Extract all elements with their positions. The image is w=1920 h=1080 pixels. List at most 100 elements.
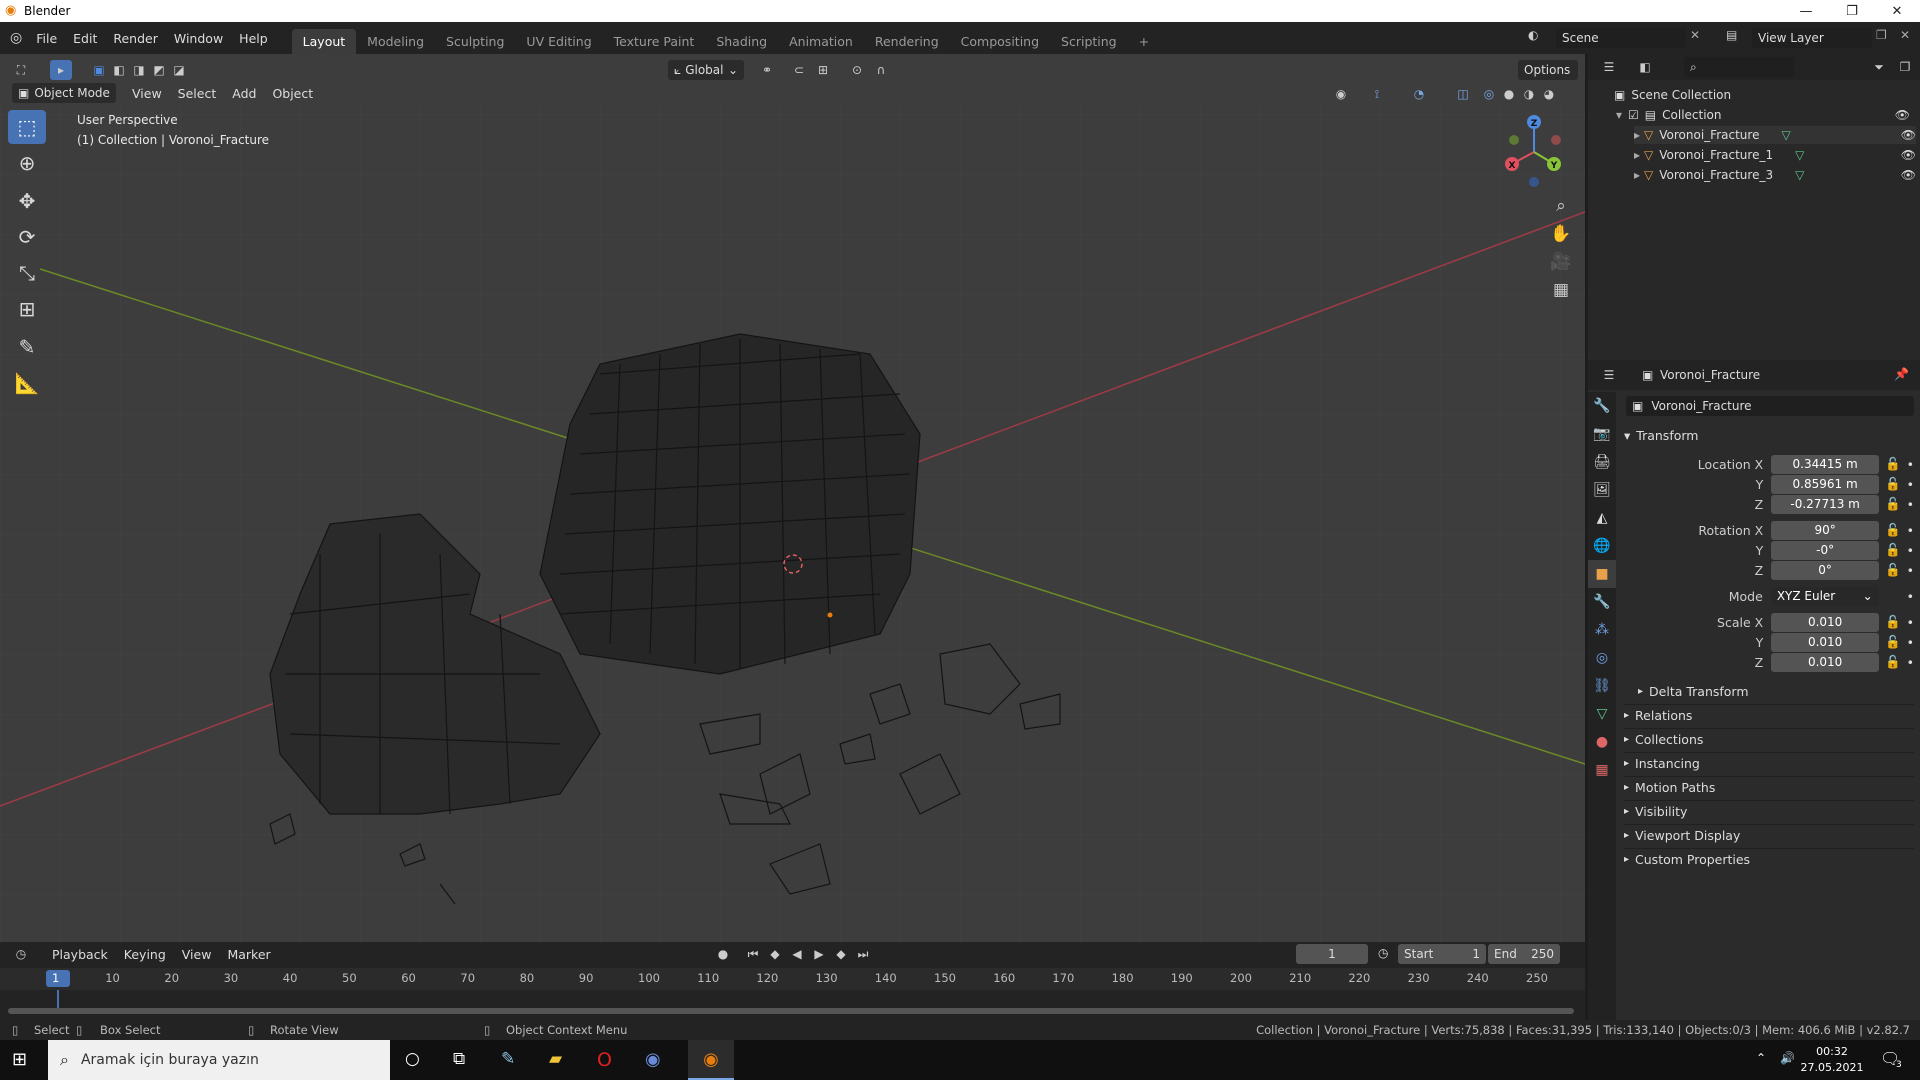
expand-arrow-icon[interactable]: ▸ <box>1634 148 1640 162</box>
keyframe-dot-icon[interactable]: • <box>1907 477 1914 492</box>
system-clock[interactable]: 00:32 27.05.2021 <box>1800 1044 1864 1076</box>
custom-properties-panel[interactable]: ▸ Custom Properties <box>1624 848 1914 870</box>
expand-arrow-icon[interactable]: ▾ <box>1616 108 1622 122</box>
transform-tool-icon[interactable]: ⊞ <box>8 292 46 326</box>
tab-uv-editing[interactable]: UV Editing <box>515 29 602 54</box>
scale-z-field[interactable]: 0.010 <box>1771 652 1880 672</box>
visibility-icon[interactable]: ◉ <box>1330 84 1352 104</box>
restore-icon[interactable]: ❐ <box>1829 0 1875 22</box>
outliner-editor-icon[interactable]: ☰ <box>1598 57 1620 77</box>
menu-window[interactable]: Window <box>166 31 231 46</box>
view-layer-selector[interactable]: View Layer <box>1752 28 1872 48</box>
mesh-data-icon[interactable]: ▽ <box>1795 168 1804 182</box>
keyframe-dot-icon[interactable]: • <box>1907 523 1914 538</box>
lock-icon[interactable]: 🔓 <box>1885 542 1901 558</box>
timeline-ruler[interactable]: 1 10 20 30 40 50 60 70 80 90 100 110 120 130 140 150 160… <box>0 968 1585 990</box>
lock-icon[interactable]: 🔓 <box>1885 522 1901 538</box>
lock-icon[interactable]: 🔓 <box>1885 562 1901 578</box>
outliner-item[interactable]: ▸ ▽ Voronoi_Fracture_3 ▽ 👁 <box>1634 166 1916 184</box>
world-tab-icon[interactable]: 🌐 <box>1588 532 1616 560</box>
add-workspace-icon[interactable]: + <box>1128 29 1160 54</box>
ortho-toggle-icon[interactable]: ▦ <box>1546 276 1576 304</box>
file-explorer-icon[interactable]: ▰ <box>549 1049 562 1069</box>
outliner-item[interactable]: ▸ ▽ Voronoi_Fracture_1 ▽ 👁 <box>1634 146 1916 164</box>
timeline-editor-icon[interactable]: ◷ <box>10 944 32 964</box>
lock-icon[interactable]: 🔓 <box>1885 634 1901 650</box>
expand-arrow-icon[interactable]: ▸ <box>1634 128 1640 142</box>
transform-orientation-select[interactable]: ⟀ Global ⌄ <box>668 60 744 80</box>
viewport-menu-select[interactable]: Select <box>170 83 225 104</box>
output-tab-icon[interactable]: 🖨 <box>1588 448 1616 476</box>
tab-rendering[interactable]: Rendering <box>864 29 950 54</box>
outliner-search-input[interactable]: ⌕ <box>1684 57 1794 77</box>
play-icon[interactable]: ▶ <box>808 944 830 964</box>
keyframe-dot-icon[interactable]: • <box>1907 589 1914 604</box>
view-layer-tab-icon[interactable]: 🖼 <box>1588 476 1616 504</box>
tab-modeling[interactable]: Modeling <box>356 29 435 54</box>
scene-selector[interactable]: Scene <box>1556 28 1686 48</box>
eye-icon[interactable]: 👁 <box>1901 148 1916 162</box>
eye-icon[interactable]: 👁 <box>1901 168 1916 182</box>
xray-icon[interactable]: ◫ <box>1452 84 1474 104</box>
object-tab-icon[interactable]: ■ <box>1588 560 1616 588</box>
editor-type-icon[interactable]: ⛶ <box>10 60 32 80</box>
opera-browser-icon[interactable]: O <box>597 1049 612 1071</box>
lock-icon[interactable]: 🔓 <box>1885 614 1901 630</box>
snap-toggle-icon[interactable]: ⊂ <box>788 60 810 80</box>
eye-icon[interactable]: 👁 <box>1895 108 1910 122</box>
task-view-icon[interactable]: ⧉ <box>453 1049 465 1069</box>
scene-icon[interactable]: ◐ <box>1528 28 1538 42</box>
tray-chevron-icon[interactable]: ⌃ <box>1756 1051 1766 1065</box>
overlays-icon[interactable]: ◔ <box>1408 84 1430 104</box>
keyframe-dot-icon[interactable]: • <box>1907 615 1914 630</box>
jump-start-icon[interactable]: ⏮ <box>742 944 764 964</box>
select-mode-extend-icon[interactable]: ◧ <box>108 60 130 80</box>
modifier-tab-icon[interactable]: 🔧 <box>1588 588 1616 616</box>
view-layer-icon[interactable]: ▤ <box>1726 28 1737 42</box>
select-tool-icon[interactable]: ▸ <box>50 60 72 80</box>
jump-end-icon[interactable]: ⏭ <box>852 944 874 964</box>
scale-tool-icon[interactable]: ⤡ <box>8 256 46 290</box>
constraints-tab-icon[interactable]: ⛓ <box>1588 672 1616 700</box>
viewport-display-panel[interactable]: ▸ Viewport Display <box>1624 824 1914 846</box>
start-frame-field[interactable]: Start 1 <box>1398 944 1486 964</box>
eye-icon[interactable]: 👁 <box>1901 128 1916 142</box>
visibility-panel[interactable]: ▸ Visibility <box>1624 800 1914 822</box>
cursor-tool-icon[interactable]: ⊕ <box>8 146 46 180</box>
material-tab-icon[interactable]: ● <box>1588 728 1616 756</box>
mesh-data-icon[interactable]: ▽ <box>1781 128 1790 142</box>
menu-file[interactable]: File <box>28 31 65 46</box>
camera-view-icon[interactable]: 🎥 <box>1546 248 1576 276</box>
timeline-scrollbar[interactable] <box>8 1008 1574 1014</box>
keyframe-dot-icon[interactable]: • <box>1907 563 1914 578</box>
scale-x-field[interactable]: 0.010 <box>1771 612 1880 632</box>
location-y-field[interactable]: 0.85961 m <box>1771 474 1880 494</box>
new-collection-icon[interactable]: ❐ <box>1894 57 1916 77</box>
timeline-menu-marker[interactable]: Marker <box>219 944 278 965</box>
new-view-layer-icon[interactable]: ❐ <box>1876 28 1887 42</box>
object-name-field[interactable]: ▣ Voronoi_Fracture <box>1626 396 1914 416</box>
timeline-menu-keying[interactable]: Keying <box>116 944 174 965</box>
tab-layout[interactable]: Layout <box>291 29 357 54</box>
keyframe-dot-icon[interactable]: • <box>1907 543 1914 558</box>
location-z-field[interactable]: -0.27713 m <box>1771 494 1880 514</box>
properties-editor-icon[interactable]: ☰ <box>1598 365 1620 385</box>
proportional-falloff-icon[interactable]: ∩ <box>870 60 892 80</box>
mesh-data-icon[interactable]: ▽ <box>1795 148 1804 162</box>
menu-render[interactable]: Render <box>105 31 166 46</box>
lock-icon[interactable]: 🔓 <box>1885 496 1901 512</box>
select-box-tool-icon[interactable]: ⬚ <box>8 110 46 144</box>
outliner-collection[interactable]: ▾ ☑ ▤ Collection 👁 <box>1616 106 1916 124</box>
move-tool-icon[interactable]: ✥ <box>8 184 46 218</box>
end-frame-field[interactable]: End 250 <box>1488 944 1560 964</box>
tab-texture-paint[interactable]: Texture Paint <box>603 29 706 54</box>
scene-tab-icon[interactable]: ◭ <box>1588 504 1616 532</box>
snap-target-icon[interactable]: ⊞ <box>812 60 834 80</box>
tool-tab-icon[interactable]: 🔧 <box>1588 392 1616 420</box>
zoom-icon[interactable]: ⌕ <box>1546 192 1576 220</box>
tab-animation[interactable]: Animation <box>778 29 864 54</box>
scale-y-field[interactable]: 0.010 <box>1771 632 1880 652</box>
windows-start-icon[interactable]: ⊞ <box>12 1049 27 1070</box>
delta-transform-subpanel[interactable]: ▸ Delta Transform <box>1638 680 1914 702</box>
tab-compositing[interactable]: Compositing <box>950 29 1050 54</box>
